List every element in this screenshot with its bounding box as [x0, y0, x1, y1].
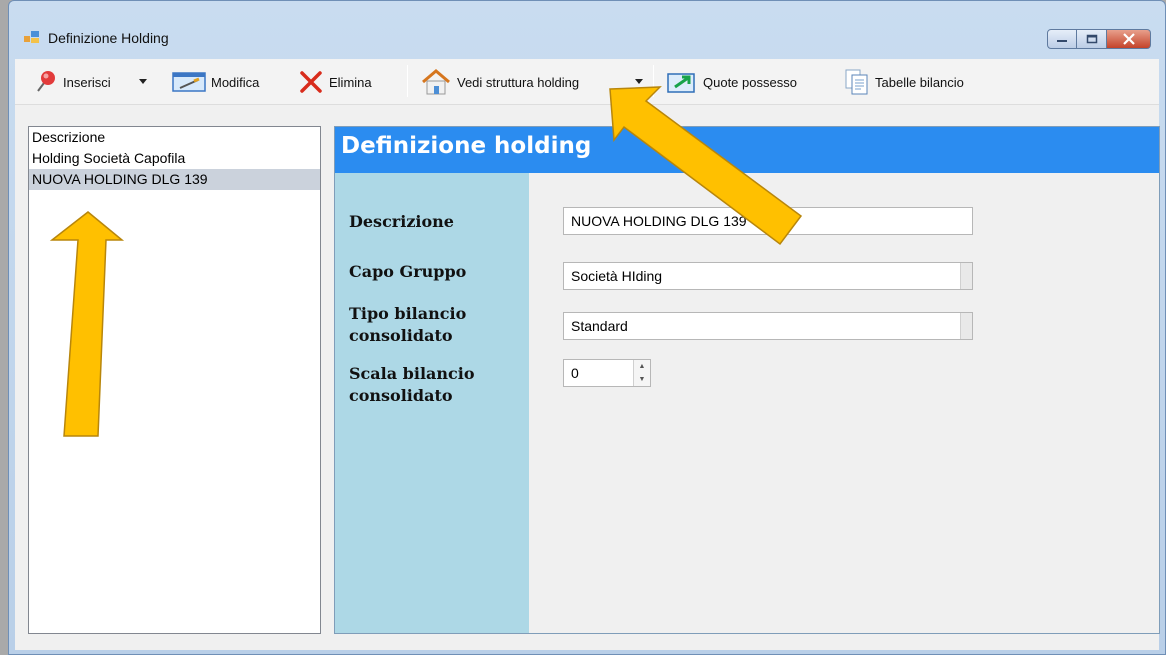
balance-tables-label: Tabelle bilancio: [875, 74, 964, 90]
capo-gruppo-combo[interactable]: Società HIding: [563, 262, 973, 290]
house-icon: [419, 69, 453, 95]
list-item[interactable]: Holding Società Capofila: [29, 148, 320, 169]
edit-button[interactable]: Modifica: [171, 68, 259, 96]
window-title: Definizione Holding: [48, 30, 169, 46]
close-button[interactable]: [1107, 29, 1151, 49]
insert-button[interactable]: Inserisci: [31, 68, 111, 96]
view-holding-structure-label: Vedi struttura holding: [457, 74, 580, 90]
holding-detail-panel: Definizione holding Descrizione NUOVA HO…: [334, 126, 1160, 634]
minimize-button[interactable]: [1047, 29, 1077, 49]
tipo-bilancio-label-line1: Tipo bilancio: [349, 304, 467, 323]
edit-icon: [171, 69, 207, 95]
delete-button[interactable]: Elimina: [297, 68, 372, 96]
list-item[interactable]: Descrizione: [29, 127, 320, 148]
toolbar-separator: [407, 65, 408, 97]
chevron-up-icon[interactable]: ▲: [634, 360, 650, 373]
edit-button-label: Modifica: [211, 74, 260, 90]
maximize-button[interactable]: [1077, 29, 1107, 49]
scala-bilancio-label-line1: Scala bilancio: [349, 364, 475, 383]
capo-gruppo-label: Capo Gruppo: [349, 262, 467, 281]
scala-bilancio-value: 0: [571, 365, 579, 381]
view-holding-structure-button[interactable]: Vedi struttura holding: [419, 68, 579, 96]
insert-dropdown-icon[interactable]: [139, 79, 147, 84]
pushpin-icon: [31, 69, 59, 95]
app-window-icon: [24, 31, 39, 43]
delete-button-label: Elimina: [329, 74, 372, 90]
descrizione-label: Descrizione: [349, 212, 454, 231]
tipo-bilancio-label: Tipo bilancio consolidato: [349, 303, 466, 347]
maximize-icon: [1086, 34, 1097, 44]
scala-bilancio-label-line2: consolidato: [349, 386, 453, 405]
delete-x-icon: [297, 69, 325, 95]
combo-dropdown-icon[interactable]: [960, 263, 972, 289]
holding-list[interactable]: Descrizione Holding Società Capofila NUO…: [28, 126, 321, 634]
combo-dropdown-icon[interactable]: [960, 313, 972, 339]
ownership-shares-button[interactable]: Quote possesso: [665, 68, 797, 96]
capo-gruppo-value: Società HIding: [571, 268, 663, 284]
scala-bilancio-label: Scala bilancio consolidato: [349, 363, 475, 407]
stepper-arrows[interactable]: ▲ ▼: [633, 360, 650, 386]
close-icon: [1122, 33, 1135, 45]
export-arrow-icon: [665, 69, 699, 95]
descrizione-input[interactable]: NUOVA HOLDING DLG 139: [563, 207, 973, 235]
panel-title: Definizione holding: [335, 127, 1159, 173]
view-structure-dropdown-icon[interactable]: [635, 79, 643, 84]
balance-tables-button[interactable]: Tabelle bilancio: [843, 68, 964, 96]
insert-button-label: Inserisci: [63, 74, 111, 90]
minimize-icon: [1057, 40, 1067, 42]
chevron-down-icon[interactable]: ▼: [634, 373, 650, 386]
ownership-shares-label: Quote possesso: [703, 74, 797, 90]
scala-bilancio-stepper[interactable]: 0 ▲ ▼: [563, 359, 651, 387]
tipo-bilancio-value: Standard: [571, 318, 628, 334]
toolbar: Inserisci Modifica Elimina Vedi struttur…: [15, 59, 1159, 105]
window-controls: [1047, 29, 1151, 49]
tipo-bilancio-label-line2: consolidato: [349, 326, 453, 345]
descrizione-value: NUOVA HOLDING DLG 139: [571, 213, 747, 229]
tipo-bilancio-combo[interactable]: Standard: [563, 312, 973, 340]
list-item-selected[interactable]: NUOVA HOLDING DLG 139: [29, 169, 320, 190]
documents-icon: [843, 69, 871, 95]
toolbar-separator-2: [653, 65, 654, 97]
